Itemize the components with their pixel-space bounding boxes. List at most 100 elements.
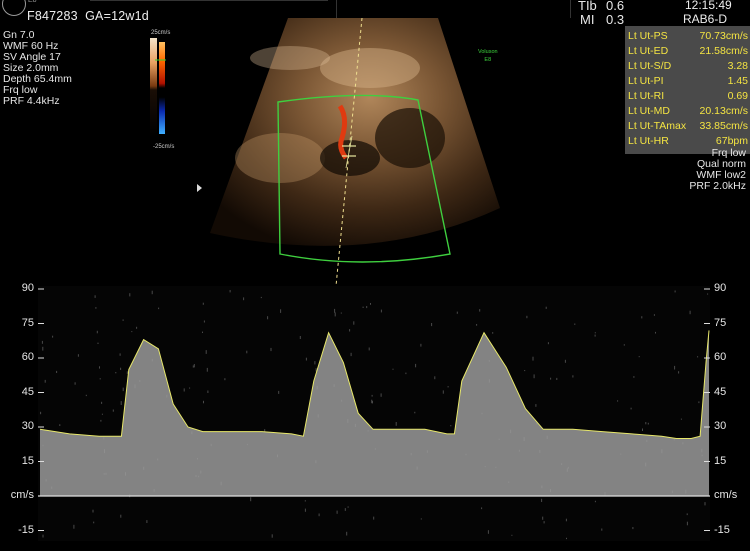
spectral-waveform [38,286,710,541]
speckle [267,316,269,320]
speckle [347,506,349,508]
header-divider [570,0,571,18]
speckle [97,342,99,344]
speckle [565,518,567,522]
speckle [115,372,117,374]
speckle [314,361,316,365]
speckle [542,516,544,520]
speckle [541,498,543,502]
speckle [414,411,416,414]
speckle [85,394,87,397]
speckle [41,340,43,344]
speckle [350,352,352,357]
speckle [42,534,44,538]
speckle [594,332,596,334]
speckle [392,368,394,370]
speckle [207,390,209,393]
speckle [601,528,603,531]
speckle [642,428,643,431]
doppler-params-right: Frq low Qual norm WMF low2 PRF 2.0kHz [680,148,746,192]
speckle [92,509,94,513]
speckle [547,342,549,345]
mi-value: 0.3 [606,12,625,27]
speckle [380,393,382,397]
speckle [250,497,252,502]
speckle [380,309,382,313]
speckle [44,379,46,383]
axis-tick-label: 45 [21,385,34,398]
speckle [202,331,203,333]
speckle [450,425,452,427]
speckle [59,424,61,426]
axis-tick-label: 75 [714,316,727,329]
speckle [192,365,194,368]
speckle [246,350,248,354]
speckle [122,319,124,321]
axis-tick-label: 90 [714,282,727,294]
speckle [704,502,706,506]
speckle [334,308,336,313]
speckle [594,334,596,337]
speckle [492,332,494,334]
speckle [405,372,407,375]
speckle [94,295,96,298]
speckle [271,534,273,538]
speckle [594,500,596,503]
speckle [99,378,101,380]
measurement-row: Lt Ut-TAmax 33.85cm/s [628,120,748,132]
speckle [630,407,632,410]
speckle [526,315,528,319]
spectral-doppler-panel: 90 75 60 45 30 15 cm/s -15 90 75 60 45 30 15 cm/s -15 [0,282,750,546]
probe-name: RAB6-D [683,12,728,26]
measurement-row: Lt Ut-MD 20.13cm/s [628,105,748,117]
speckle [304,500,306,502]
speckle [299,336,301,339]
speckle [617,400,619,402]
speckle [420,343,422,347]
speckle [415,363,417,368]
header-divider [90,0,328,1]
speckle [511,534,513,536]
speckle [368,347,370,351]
speckle [632,527,634,530]
speckle [697,356,699,358]
axis-tick-label: 15 [21,454,34,467]
speckle [136,326,138,329]
speckle [340,312,342,314]
axis-tick-label: 75 [21,316,34,329]
axis-tick-label: 90 [21,282,34,294]
speckle [120,401,122,405]
speckle [395,422,397,426]
speckle [479,309,481,312]
speckle [189,387,191,389]
speckle [442,390,444,394]
patient-info: F847283 GA=12w1d [27,9,149,23]
speckle [481,507,483,510]
speckle [686,521,688,526]
bmode-image [210,18,500,286]
device-model-label: E8 [28,0,37,4]
speckle [447,386,449,388]
measurement-row: Lt Ut-PS 70.73cm/s [628,30,748,42]
speckle [151,290,153,295]
speckle [100,419,102,422]
axis-tick-label: 15 [714,454,727,467]
speckle [370,303,371,305]
axis-tick-label: cm/s [10,489,34,501]
speckle [707,293,709,295]
speckle [372,400,373,404]
speckle [77,354,79,357]
speckle [122,387,124,392]
speckle [203,400,204,404]
speckle [371,394,373,397]
speckle [74,382,76,385]
measurement-row: Lt Ut-RI 0.69 [628,90,748,102]
speckle [146,520,148,523]
speckle [202,302,204,305]
speckle [680,418,682,420]
speckle [193,364,195,368]
speckle [101,413,103,415]
speckle [126,371,128,374]
speckle [353,321,355,325]
speckle [270,347,272,352]
